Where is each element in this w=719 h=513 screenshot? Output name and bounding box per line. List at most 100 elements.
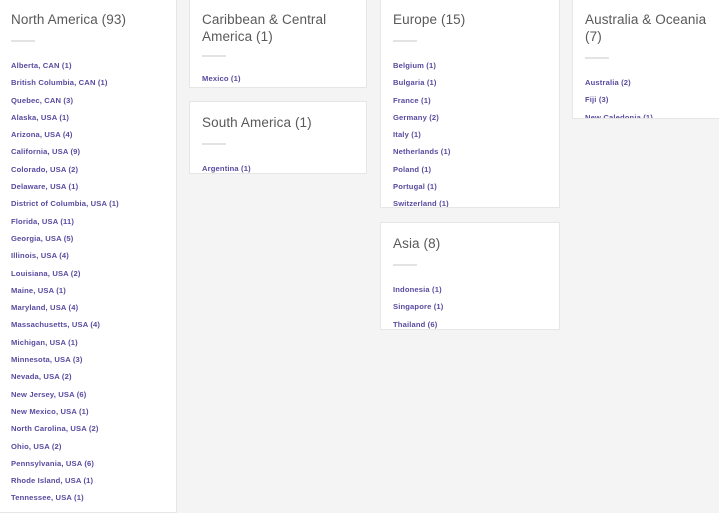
list-item: Michigan, USA (1) <box>11 333 164 350</box>
region-link[interactable]: Indonesia (1) <box>393 282 442 297</box>
region-link[interactable]: Alaska, USA (1) <box>11 110 69 125</box>
region-link[interactable]: Switzerland (1) <box>393 196 449 207</box>
card-body: North America (93) Alberta, CAN (1) Briti… <box>0 0 176 512</box>
list-item: New Jersey, USA (6) <box>11 385 164 402</box>
region-link[interactable]: Germany (2) <box>393 110 439 125</box>
region-link[interactable]: Illinois, USA (4) <box>11 248 69 263</box>
list-item: Maine, USA (1) <box>11 281 164 298</box>
card-body: Australia & Oceania (7) Australia (2) Fij… <box>573 0 719 118</box>
list-item: New Caledonia (1) <box>585 108 708 118</box>
title-divider <box>393 40 417 42</box>
region-link[interactable]: Minnesota, USA (3) <box>11 352 83 367</box>
list-item: Georgia, USA (5) <box>11 229 164 246</box>
region-link[interactable]: Ohio, USA (2) <box>11 439 62 454</box>
region-link[interactable]: New Mexico, USA (1) <box>11 404 89 419</box>
region-link[interactable]: Mexico (1) <box>202 71 241 86</box>
region-link[interactable]: Pennsylvania, USA (6) <box>11 456 94 471</box>
region-link[interactable]: Rhode Island, USA (1) <box>11 473 93 488</box>
list-item: Louisiana, USA (2) <box>11 264 164 281</box>
region-link[interactable]: California, USA (9) <box>11 144 80 159</box>
region-link[interactable]: Louisiana, USA (2) <box>11 266 81 281</box>
list-item: Bulgaria (1) <box>393 73 547 90</box>
list-item: Singapore (1) <box>393 297 547 314</box>
region-link-list: Indonesia (1) Singapore (1) Thailand (6) <box>393 280 547 329</box>
region-link[interactable]: Tennessee, USA (1) <box>11 490 84 505</box>
region-card-australia-oceania: Australia & Oceania (7) Australia (2) Fij… <box>572 0 719 119</box>
list-item: Fiji (3) <box>585 90 708 107</box>
region-link[interactable]: Italy (1) <box>393 127 421 142</box>
region-link[interactable]: British Columbia, CAN (1) <box>11 75 108 90</box>
list-item: France (1) <box>393 91 547 108</box>
region-title: Caribbean & Central America (1) <box>202 12 327 44</box>
region-link[interactable]: Arizona, USA (4) <box>11 127 73 142</box>
region-title: Europe (15) <box>393 12 466 27</box>
list-item: Massachusetts, USA (4) <box>11 315 164 332</box>
list-item: Netherlands (1) <box>393 142 547 159</box>
region-link[interactable]: France (1) <box>393 93 431 108</box>
region-link[interactable]: Netherlands (1) <box>393 144 451 159</box>
region-link[interactable]: Fiji (3) <box>585 92 609 107</box>
region-card-south-america: South America (1) Argentina (1) <box>189 101 367 174</box>
region-link-list: Argentina (1) <box>202 159 354 173</box>
list-item: Ohio, USA (2) <box>11 437 164 454</box>
region-card-asia: Asia (8) Indonesia (1) Singapore (1) Thail… <box>380 222 560 330</box>
list-item: Minnesota, USA (3) <box>11 350 164 367</box>
list-item: Rhode Island, USA (1) <box>11 471 164 488</box>
list-item: Germany (2) <box>393 108 547 125</box>
region-link[interactable]: New Caledonia (1) <box>585 110 653 118</box>
region-link[interactable]: Quebec, CAN (3) <box>11 93 73 108</box>
region-link[interactable]: Australia (2) <box>585 75 631 90</box>
card-body: Europe (15) Belgium (1) Bulgaria (1) Franc… <box>381 0 559 207</box>
region-link[interactable]: New Jersey, USA (6) <box>11 387 86 402</box>
list-item: Portugal (1) <box>393 177 547 194</box>
region-link[interactable]: Delaware, USA (1) <box>11 179 78 194</box>
list-item: British Columbia, CAN (1) <box>11 73 164 90</box>
title-divider <box>202 143 226 145</box>
list-item: Delaware, USA (1) <box>11 177 164 194</box>
list-item: Arizona, USA (4) <box>11 125 164 142</box>
list-item: New Mexico, USA (1) <box>11 402 164 419</box>
region-link[interactable]: Belgium (1) <box>393 58 436 73</box>
list-item: Italy (1) <box>393 125 547 142</box>
list-item: Mexico (1) <box>202 69 354 86</box>
list-item: Tennessee, USA (1) <box>11 488 164 505</box>
region-link[interactable]: Florida, USA (11) <box>11 214 74 229</box>
list-item: Poland (1) <box>393 160 547 177</box>
list-item: Colorado, USA (2) <box>11 160 164 177</box>
list-item: Thailand (6) <box>393 315 547 329</box>
region-title: North America (93) <box>11 12 127 27</box>
region-link[interactable]: District of Columbia, USA (1) <box>11 196 119 211</box>
region-link[interactable]: Thailand (6) <box>393 317 437 329</box>
region-link[interactable]: Texas, USA (8) <box>11 508 65 512</box>
card-body: South America (1) Argentina (1) <box>190 102 366 173</box>
region-link[interactable]: Maine, USA (1) <box>11 283 66 298</box>
region-link[interactable]: Portugal (1) <box>393 179 437 194</box>
region-link[interactable]: Michigan, USA (1) <box>11 335 78 350</box>
region-link-list: Belgium (1) Bulgaria (1) France (1) Germany… <box>393 56 547 207</box>
list-item: Nevada, USA (2) <box>11 367 164 384</box>
list-item: District of Columbia, USA (1) <box>11 194 164 211</box>
list-item: Florida, USA (11) <box>11 212 164 229</box>
region-link[interactable]: Maryland, USA (4) <box>11 300 78 315</box>
region-link[interactable]: Poland (1) <box>393 162 431 177</box>
region-link[interactable]: Alberta, CAN (1) <box>11 58 72 73</box>
region-link[interactable]: Massachusetts, USA (4) <box>11 317 100 332</box>
region-link[interactable]: Nevada, USA (2) <box>11 369 72 384</box>
list-item: Indonesia (1) <box>393 280 547 297</box>
region-title: Australia & Oceania (7) <box>585 12 707 44</box>
title-divider <box>585 57 609 59</box>
region-card-caribbean-central-america: Caribbean & Central America (1) Mexico (… <box>189 0 367 88</box>
region-link[interactable]: North Carolina, USA (2) <box>11 421 99 436</box>
region-directory-board: North America (93) Alberta, CAN (1) Briti… <box>0 0 719 513</box>
region-link[interactable]: Argentina (1) <box>202 161 251 173</box>
list-item: Argentina (1) <box>202 159 354 173</box>
region-link[interactable]: Georgia, USA (5) <box>11 231 73 246</box>
region-link[interactable]: Bulgaria (1) <box>393 75 437 90</box>
list-item: Illinois, USA (4) <box>11 246 164 263</box>
region-card-europe: Europe (15) Belgium (1) Bulgaria (1) Franc… <box>380 0 560 208</box>
list-item: Quebec, CAN (3) <box>11 91 164 108</box>
region-link[interactable]: Singapore (1) <box>393 299 443 314</box>
region-title: South America (1) <box>202 115 312 130</box>
region-link[interactable]: Colorado, USA (2) <box>11 162 78 177</box>
list-item: California, USA (9) <box>11 142 164 159</box>
